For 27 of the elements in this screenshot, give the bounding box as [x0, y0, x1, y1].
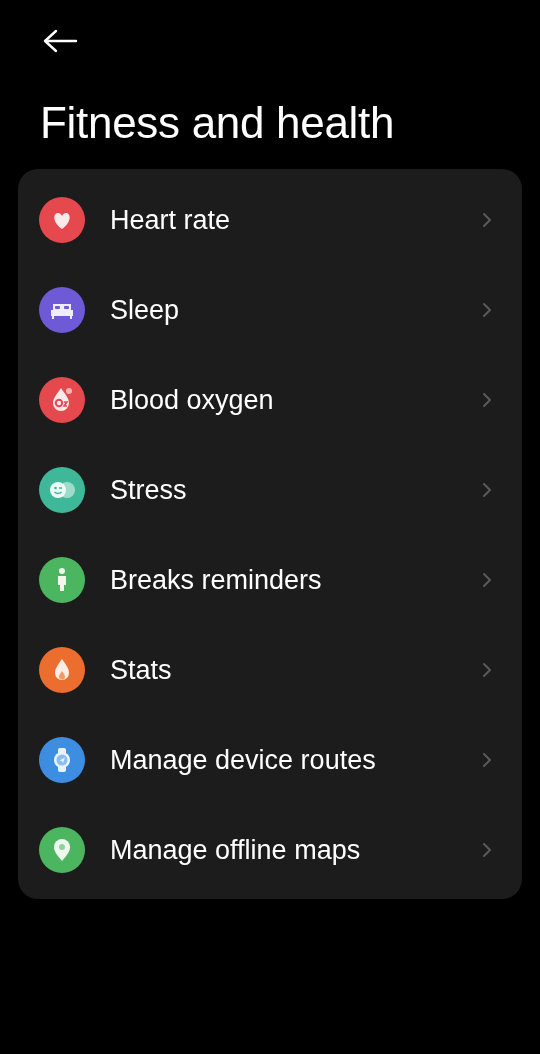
- chevron-right-icon: [482, 842, 492, 858]
- settings-item[interactable]: Stress: [18, 445, 522, 535]
- settings-item[interactable]: Blood oxygen: [18, 355, 522, 445]
- chevron-right-icon: [482, 572, 492, 588]
- item-label: Heart rate: [110, 204, 232, 236]
- settings-item[interactable]: Manage device routes: [18, 715, 522, 805]
- back-arrow-icon: [42, 29, 78, 53]
- settings-item[interactable]: Stats: [18, 625, 522, 715]
- settings-item[interactable]: Manage offline maps: [18, 805, 522, 895]
- item-label: Sleep: [110, 294, 181, 326]
- item-label: Manage offline maps: [110, 834, 362, 866]
- chevron-right-icon: [482, 482, 492, 498]
- chevron-right-icon: [482, 752, 492, 768]
- back-button[interactable]: [42, 29, 78, 53]
- settings-item[interactable]: Heart rate: [18, 175, 522, 265]
- item-label: Breaks reminders: [110, 564, 323, 596]
- page-title: Fitness and health: [40, 97, 396, 149]
- item-label: Manage device routes: [110, 744, 377, 776]
- item-label: Stats: [110, 654, 173, 686]
- chevron-right-icon: [482, 212, 492, 228]
- chevron-right-icon: [482, 302, 492, 318]
- chevron-right-icon: [482, 662, 492, 678]
- chevron-right-icon: [482, 392, 492, 408]
- settings-item[interactable]: Sleep: [18, 265, 522, 355]
- item-label: Stress: [110, 474, 188, 506]
- item-label: Blood oxygen: [110, 384, 275, 416]
- settings-item[interactable]: Breaks reminders: [18, 535, 522, 625]
